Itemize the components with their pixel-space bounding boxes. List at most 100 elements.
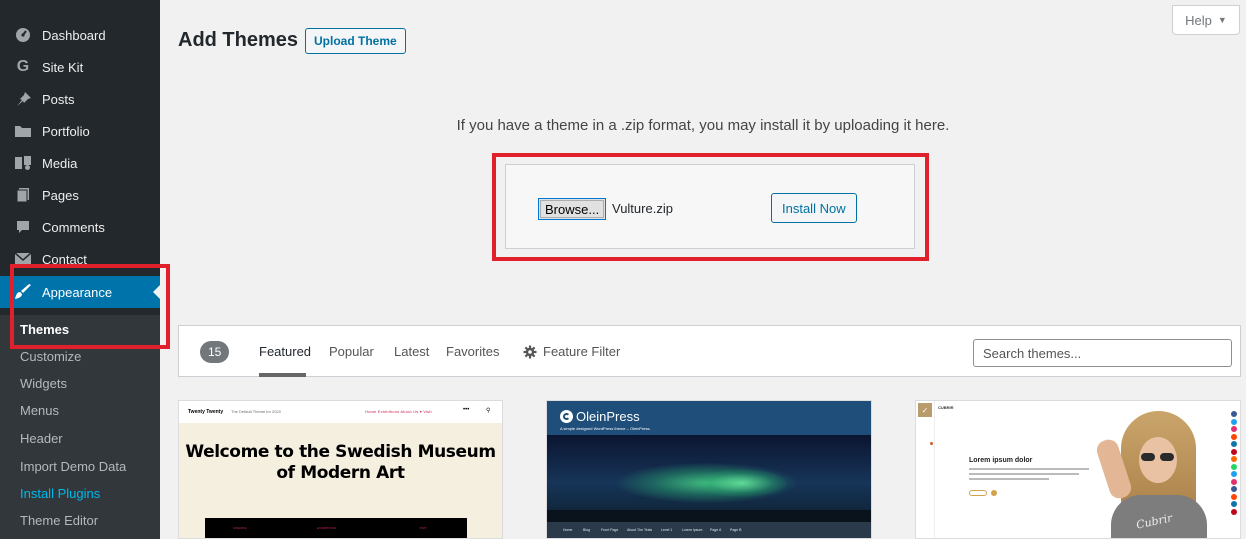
theme-preview-sidebar: ✓ xyxy=(916,401,935,538)
theme-count-badge: 15 xyxy=(200,341,230,363)
install-now-button[interactable]: Install Now xyxy=(771,193,857,223)
selected-file-name: Vulture.zip xyxy=(612,201,673,216)
theme-preview-tagline: A simple designed WordPress theme – Olei… xyxy=(560,426,651,431)
woman-photo: Cubrir xyxy=(1091,409,1221,538)
sidebar-item-label: Appearance xyxy=(42,284,113,300)
theme-preview-strip: OPENING EXHIBITIONS VISIT xyxy=(205,518,467,538)
sidebar-item-contact[interactable]: Contact xyxy=(0,243,160,275)
nav-item: Page B xyxy=(730,528,742,532)
tab-favorites[interactable]: Favorites xyxy=(446,344,499,359)
tab-popular[interactable]: Popular xyxy=(329,344,374,359)
search-themes-input[interactable] xyxy=(973,339,1232,367)
caret-down-icon: ▼ xyxy=(1217,15,1227,25)
theme-preview-site-title: OleinPress xyxy=(576,409,640,424)
strip-label: VISIT xyxy=(419,526,427,530)
strip-label: EXHIBITIONS xyxy=(317,526,337,530)
submenu-item-install-plugins[interactable]: Install Plugins xyxy=(20,486,100,501)
theme-preview-header: OleinPress A simple designed WordPress t… xyxy=(547,401,871,435)
theme-filter-bar: 15 Featured Popular Latest Favorites Fea… xyxy=(178,325,1241,377)
sidebar-item-posts[interactable]: Posts xyxy=(0,83,160,115)
active-tab-indicator xyxy=(259,373,306,377)
sidebar-item-site-kit[interactable]: G Site Kit xyxy=(0,51,160,83)
preview-button xyxy=(969,490,987,496)
social-icons xyxy=(1231,411,1237,516)
feature-filter-button[interactable]: Feature Filter xyxy=(523,344,620,359)
google-g-icon: G xyxy=(16,58,30,75)
dashboard-icon xyxy=(13,27,33,43)
sidebar-item-portfolio[interactable]: Portfolio xyxy=(0,115,160,147)
sidebar-item-label: Portfolio xyxy=(42,123,90,139)
sidebar-item-comments[interactable]: Comments xyxy=(0,211,160,243)
text-line xyxy=(969,473,1079,475)
text-line xyxy=(969,478,1049,480)
tab-featured[interactable]: Featured xyxy=(259,344,311,359)
submenu-item-header[interactable]: Header xyxy=(20,431,63,446)
theme-preview-headline: Lorem ipsum dolor xyxy=(969,457,1033,464)
theme-preview-nav: Home Blog Front Page About The Tests Lev… xyxy=(547,522,871,538)
upload-help-text: If you have a theme in a .zip format, yo… xyxy=(456,117,950,134)
theme-card-oleinpress[interactable]: OleinPress A simple designed WordPress t… xyxy=(546,400,872,539)
preview-button-dot xyxy=(991,490,997,496)
nav-item: About The Tests xyxy=(627,528,653,532)
media-icon xyxy=(13,155,33,171)
appearance-submenu: Themes Customize Widgets Menus Header Im… xyxy=(0,315,160,539)
sidebar-item-label: Dashboard xyxy=(42,27,106,43)
upload-form: Browse... Vulture.zip Install Now xyxy=(505,164,915,249)
accent-dot xyxy=(930,442,933,445)
sidebar-item-appearance[interactable]: Appearance xyxy=(0,276,160,308)
upload-theme-button[interactable]: Upload Theme xyxy=(305,28,406,54)
nav-item: Level 1 xyxy=(661,528,673,532)
sidebar-item-media[interactable]: Media xyxy=(0,147,160,179)
theme-preview-hero: Welcome to the Swedish Museum of Modern … xyxy=(179,423,502,538)
theme-preview-nav: Home Exhibitions About Us ▾ Visit xyxy=(365,409,432,414)
submenu-item-themes[interactable]: Themes xyxy=(20,322,69,337)
page-title: Add Themes xyxy=(178,29,299,51)
nav-item: Blog xyxy=(583,528,591,532)
theme-preview-tagline: The Default Theme for 2020 xyxy=(231,409,281,414)
search-icon: ⚲ xyxy=(486,408,491,414)
menu-dots-icon: ••• xyxy=(463,407,470,413)
submenu-item-menus[interactable]: Menus xyxy=(20,403,59,418)
submenu-item-customize[interactable]: Customize xyxy=(20,349,81,364)
paintbrush-icon xyxy=(13,284,33,300)
theme-preview-header: Twenty Twenty The Default Theme for 2020… xyxy=(179,401,502,423)
feature-filter-label: Feature Filter xyxy=(543,344,621,359)
text-line xyxy=(969,468,1089,470)
theme-card-twenty-twenty[interactable]: Twenty Twenty The Default Theme for 2020… xyxy=(178,400,503,539)
nav-item: Page A xyxy=(710,528,722,532)
admin-sidebar: Dashboard G Site Kit Posts Portfolio Med… xyxy=(0,0,160,539)
submenu-item-widgets[interactable]: Widgets xyxy=(20,376,67,391)
sidebar-item-label: Pages xyxy=(42,187,79,203)
sidebar-item-label: Contact xyxy=(42,251,87,267)
aurora-image xyxy=(547,435,871,522)
nav-item: Lorem Ipsum xyxy=(682,528,703,532)
sidebar-item-pages[interactable]: Pages xyxy=(0,179,160,211)
sidebar-item-label: Site Kit xyxy=(42,59,84,75)
sidebar-item-dashboard[interactable]: Dashboard xyxy=(0,19,160,51)
help-button[interactable]: Help ▼ xyxy=(1172,5,1240,35)
sidebar-item-label: Posts xyxy=(42,91,75,107)
theme-preview-headline: Welcome to the Swedish Museum of Modern … xyxy=(185,442,496,483)
sidebar-item-label: Media xyxy=(42,155,78,171)
tab-latest[interactable]: Latest xyxy=(394,344,429,359)
comment-icon xyxy=(13,219,33,235)
help-label: Help xyxy=(1185,12,1212,28)
oleinpress-logo-icon xyxy=(560,410,573,423)
nav-item: Home xyxy=(563,528,573,532)
strip-label: OPENING xyxy=(233,526,247,530)
theme-preview-site-title: Twenty Twenty xyxy=(188,409,224,415)
folder-icon xyxy=(13,124,33,138)
active-indicator xyxy=(153,285,160,299)
pushpin-icon xyxy=(13,91,33,107)
envelope-icon xyxy=(13,252,33,266)
submenu-item-import-demo-data[interactable]: Import Demo Data xyxy=(20,459,126,474)
theme-preview-site-title: CUBRIR xyxy=(938,405,954,410)
browse-button[interactable]: Browse... xyxy=(538,198,607,220)
submenu-item-theme-editor[interactable]: Theme Editor xyxy=(20,513,98,528)
theme-card-cubrir[interactable]: ✓ CUBRIR Lorem ipsum dolor Cubrir xyxy=(915,400,1241,539)
gear-icon xyxy=(523,345,537,359)
nav-item: Front Page xyxy=(601,528,619,532)
theme-preview-logo: OleinPress xyxy=(560,409,640,424)
sidebar-item-label: Comments xyxy=(42,219,105,235)
cubrir-logo-icon: ✓ xyxy=(918,403,932,417)
